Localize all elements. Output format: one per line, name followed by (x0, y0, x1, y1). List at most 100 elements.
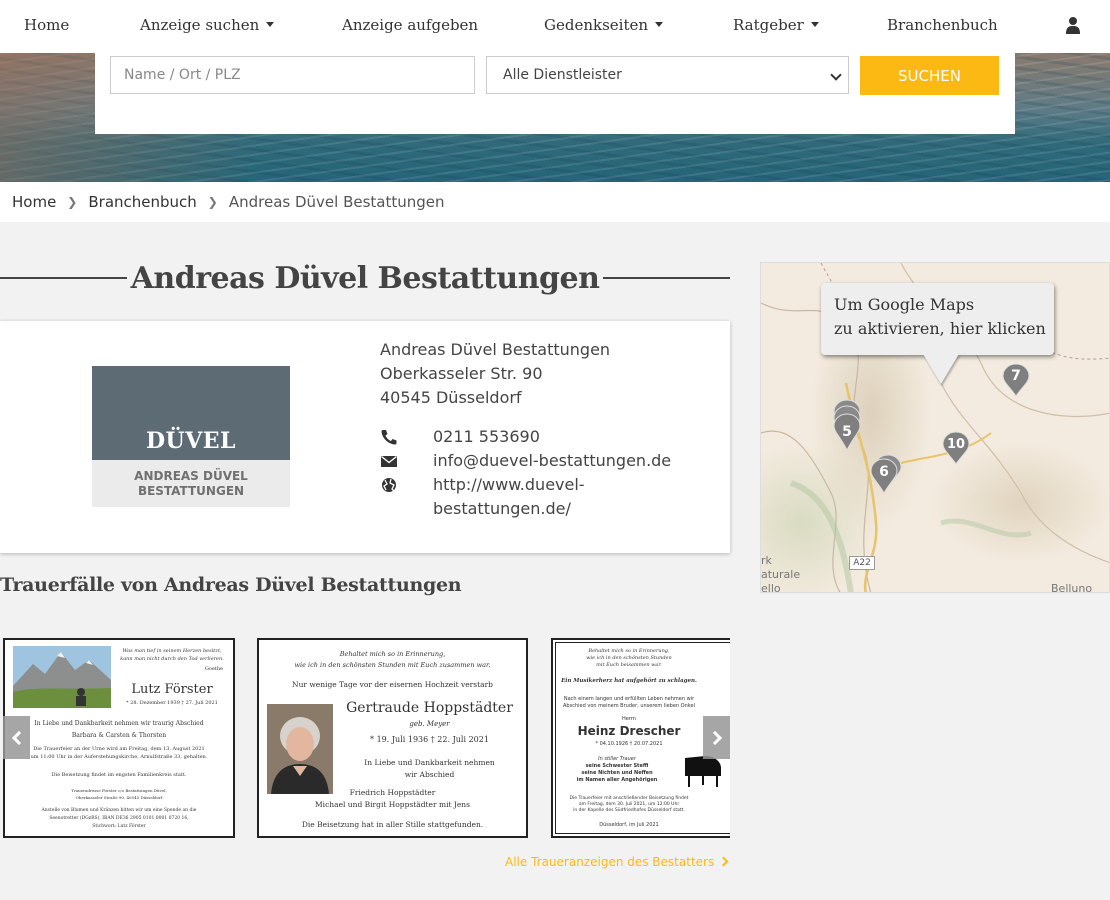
map-marker-10-label: 10 (946, 437, 966, 452)
obit3-motto: Ein Musikerherz hat aufgehört zu schlage… (561, 678, 697, 684)
obituary-card-lutz-foerster[interactable]: Was man tief in seinem Herzen besitzt, k… (3, 638, 235, 838)
logo-subline-2: BESTATTUNGEN (137, 483, 245, 498)
obit2-name: Gertraude Hoppstädter (346, 700, 513, 716)
business-street: Oberkasseler Str. 90 (380, 364, 543, 383)
page-title: Andreas Düvel Bestattungen (130, 260, 600, 296)
caret-down-icon (810, 22, 819, 27)
obit2-mourning-1: In Liebe und Dankbarkeit nehmen (364, 758, 495, 767)
obit3-place-date: Düsseldorf, im Juli 2021 (599, 822, 659, 828)
title-divider-left (0, 277, 127, 279)
obit2-burial: Die Beisetzung hat in aller Stille statt… (301, 820, 484, 829)
map-marker-7-label: 7 (1011, 368, 1021, 384)
obit1-mourning: In Liebe und Dankbarkeit nehmen wir trau… (34, 720, 204, 727)
top-navigation: Home Anzeige suchen Anzeige aufgeben Ged… (0, 0, 1110, 53)
title-row: Andreas Düvel Bestattungen (0, 258, 731, 298)
business-name: Andreas Düvel Bestattungen (380, 340, 611, 359)
obit3-grief-1: In stiller Trauer (598, 756, 636, 762)
obit3-intro-2: Abschied von meinem Bruder, unserem lieb… (563, 703, 695, 709)
obituary-card-gertraude-hoppstaedter[interactable]: Behaltet mich so in Erinnerung, wie ich … (257, 638, 528, 838)
nav-anzeige-aufgeben-label: Anzeige aufgeben (342, 16, 479, 34)
obit2-family-2: Michael und Birgit Hoppstädter mit Jens (315, 800, 470, 809)
obit2-quote-2: wie ich in den schönsten Stunden mit Euc… (294, 661, 491, 669)
obit3-quote-2: wie ich in den schönsten Stunden (586, 655, 672, 661)
website-line-1: http://www.duevel- (433, 475, 585, 494)
obit1-line-1: Die Trauerfeier an der Urne wird am Frei… (33, 746, 205, 752)
obit1-family: Barbara & Carsten & Thorsten (71, 732, 167, 739)
breadcrumb-branchenbuch[interactable]: Branchenbuch (88, 193, 196, 211)
logo-subtitle: ANDREAS DÜVEL BESTATTUNGEN (92, 460, 290, 507)
nav-anzeige-aufgeben[interactable]: Anzeige aufgeben (342, 16, 478, 34)
obit3-grief-2: seine Schwester Steffi (585, 763, 649, 769)
business-logo: DÜVEL ANDREAS DÜVEL BESTATTUNGEN (92, 366, 290, 507)
carousel-next-button[interactable] (703, 716, 730, 759)
caret-down-icon (655, 22, 664, 27)
envelope-icon (381, 455, 397, 467)
search-button-label: SUCHEN (898, 66, 961, 85)
obit2-quote-1: Behaltet mich so in Erinnerung, (339, 650, 446, 658)
obit3-intro-1: Nach einem langen und erfüllten Leben ne… (563, 696, 695, 702)
map-label-a: rk (761, 554, 772, 567)
search-input[interactable] (110, 56, 475, 94)
nav-gedenkseiten-label: Gedenkseiten (544, 16, 649, 34)
obit1-name: Lutz Förster (131, 682, 213, 697)
chevron-right-icon (718, 856, 729, 867)
breadcrumb-current: Andreas Düvel Bestattungen (228, 193, 445, 211)
map-activate-tooltip[interactable]: Um Google Maps zu aktivieren, hier klick… (821, 283, 1054, 355)
obit1-line-8: Stichwort: Lutz Förster (92, 824, 146, 829)
business-address: Andreas Düvel Bestattungen Oberkasseler … (380, 338, 610, 410)
chevron-down-icon (830, 69, 842, 81)
all-obituaries-link[interactable]: Alle Traueranzeigen des Bestatters (505, 855, 729, 869)
obit1-line-3: Die Beisetzung findet im engsten Familie… (51, 772, 187, 778)
nav-home[interactable]: Home (24, 16, 69, 34)
nav-anzeige-suchen-label: Anzeige suchen (140, 16, 260, 34)
user-icon[interactable] (1066, 16, 1080, 34)
business-city: 40545 Düsseldorf (380, 388, 522, 407)
nav-branchenbuch-label: Branchenbuch (887, 16, 998, 34)
logo-wordmark: DÜVEL (145, 428, 237, 454)
breadcrumb: Home ❯ Branchenbuch ❯ Andreas Düvel Best… (0, 182, 1110, 222)
nav-ratgeber[interactable]: Ratgeber (733, 16, 819, 34)
email-link[interactable]: info@duevel-bestattungen.de (433, 449, 671, 473)
carousel-prev-button[interactable] (3, 716, 30, 759)
map-tooltip-line-1: Um Google Maps (834, 295, 975, 314)
nav-gedenkseiten[interactable]: Gedenkseiten (544, 16, 664, 34)
map-label-city: Belluno (1051, 582, 1093, 593)
obit2-maiden-name: geb. Meyer (409, 720, 450, 728)
obit3-dates: * 04.10.1926 † 20.07.2021 (595, 741, 663, 747)
chevron-left-icon (11, 730, 26, 745)
nav-anzeige-suchen[interactable]: Anzeige suchen (140, 16, 275, 34)
obituaries-section-title: Trauerfälle von Andreas Düvel Bestattung… (0, 574, 462, 596)
business-card: DÜVEL ANDREAS DÜVEL BESTATTUNGEN Andreas… (0, 321, 730, 553)
nav-ratgeber-label: Ratgeber (733, 16, 804, 34)
map-tooltip-line-2: zu aktivieren, hier klicken (834, 319, 1046, 338)
obit1-quote-author: Goethe (204, 666, 223, 672)
obit3-quote-1: Behaltet mich so in Erinnerung, (588, 648, 670, 654)
chevron-right-icon (707, 730, 722, 745)
globe-icon (382, 478, 396, 492)
obit2-family-1: Friedrich Hoppstädter (349, 788, 436, 797)
obit1-quote-2: kann man nicht durch den Tod verlieren. (120, 656, 224, 662)
chevron-right-icon: ❯ (67, 195, 78, 209)
obit1-quote-1: Was man tief in seinem Herzen besitzt, (122, 648, 222, 654)
obit2-dates: * 19. Juli 1936 † 22. Juli 2021 (370, 735, 489, 744)
obit3-grief-4: im Namen aller Angehörigen (576, 777, 658, 783)
map-label-c: ello (761, 582, 781, 593)
title-divider-right (603, 277, 731, 279)
breadcrumb-home[interactable]: Home (12, 193, 56, 211)
search-button[interactable]: SUCHEN (860, 56, 999, 95)
website-link[interactable]: http://www.duevel- bestattungen.de/ (433, 473, 585, 521)
obit3-grief-3: seine Nichten und Neffen (581, 770, 653, 776)
obit3-quote-3: mit Euch beisammen war. (596, 662, 662, 668)
phone-number[interactable]: 0211 553690 (433, 425, 540, 449)
obit1-line-6: Anstelle von Blumen und Kränzen bitten w… (41, 808, 197, 813)
obit3-info-3: in der Kapelle des Südfriedhofes Düsseld… (573, 808, 685, 813)
category-select[interactable]: Alle Dienstleister (486, 56, 849, 94)
obit2-intro: Nur wenige Tage vor der eisernen Hochzei… (292, 680, 493, 689)
nav-home-label: Home (24, 16, 70, 34)
nav-branchenbuch[interactable]: Branchenbuch (887, 16, 998, 34)
website-line-2: bestattungen.de/ (433, 499, 571, 518)
obit1-line-7: Seenotretter (DGzRS), IBAN DE36 2905 010… (49, 816, 189, 821)
road-sign-a22: A22 (849, 556, 875, 570)
obit3-name: Heinz Drescher (577, 724, 681, 738)
obit3-title: Herrn (622, 716, 636, 722)
